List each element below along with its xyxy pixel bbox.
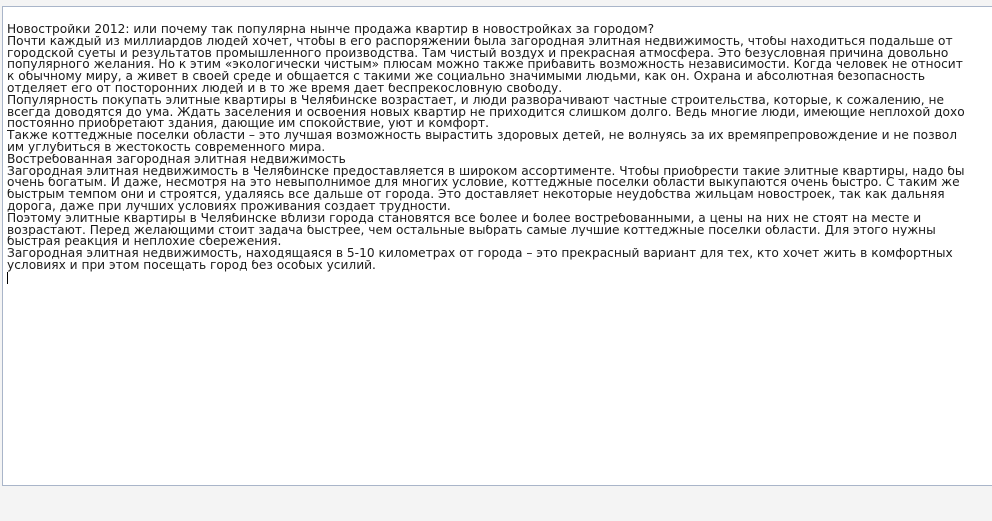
text-line: дорога, даже при лучших условиях прожива… (7, 200, 451, 213)
text-line: Загородная элитная недвижимость, находящ… (7, 248, 953, 260)
text-line: Популярность покупать элитные квартиры в… (7, 94, 944, 107)
page-background (0, 486, 992, 521)
text-line: Загородная элитная недвижимость в Челяби… (7, 165, 965, 178)
text-line: городской суеты и результатов промышленн… (7, 47, 949, 60)
text-line: очень богатым. И даже, несмотря на это н… (7, 177, 960, 190)
text-line: быстрым темпом они и строятся, удаляясь … (7, 189, 945, 201)
text-line: возрастают. Перед желающими стоит задача… (7, 224, 936, 237)
text-line: популярного желания. Но к этим «экологич… (7, 59, 963, 72)
editor-content[interactable]: Новостройки 2012: или почему так популяр… (7, 24, 992, 284)
text-line: Почти каждый из миллиардов людей хочет, … (7, 35, 953, 48)
text-line: Новостройки 2012: или почему так популяр… (7, 24, 655, 36)
text-line: им углубиться в жестокость современного … (7, 141, 326, 154)
misspelled-word[interactable]: коттеджные (511, 177, 592, 189)
caret-line (7, 271, 992, 284)
text-caret (7, 271, 8, 284)
text-line: условиях и при этом посещать город без о… (7, 259, 376, 272)
text-line: Востребованная загородная элитная недвиж… (7, 153, 346, 166)
text-line: отделяет его от посторонних людей и в то… (7, 82, 563, 95)
text-line: всегда доводятся до ума. Ждать заселения… (7, 106, 965, 119)
misspelled-word[interactable]: коттеджные (623, 225, 704, 237)
text-line: Также коттеджные поселки области – это л… (7, 130, 958, 142)
misspelled-word[interactable]: коттеджные (52, 130, 133, 142)
text-editor-area[interactable]: Новостройки 2012: или почему так популяр… (2, 6, 992, 486)
text-line: постоянно приобретают здания, дающие им … (7, 118, 490, 131)
text-line: к обычному миру, а живет в своей среде и… (7, 71, 926, 83)
text-line: быстрая реакция и неплохие сбережения. (7, 236, 282, 249)
text-line: Поэтому элитные квартиры в Челябинске вб… (7, 212, 922, 225)
